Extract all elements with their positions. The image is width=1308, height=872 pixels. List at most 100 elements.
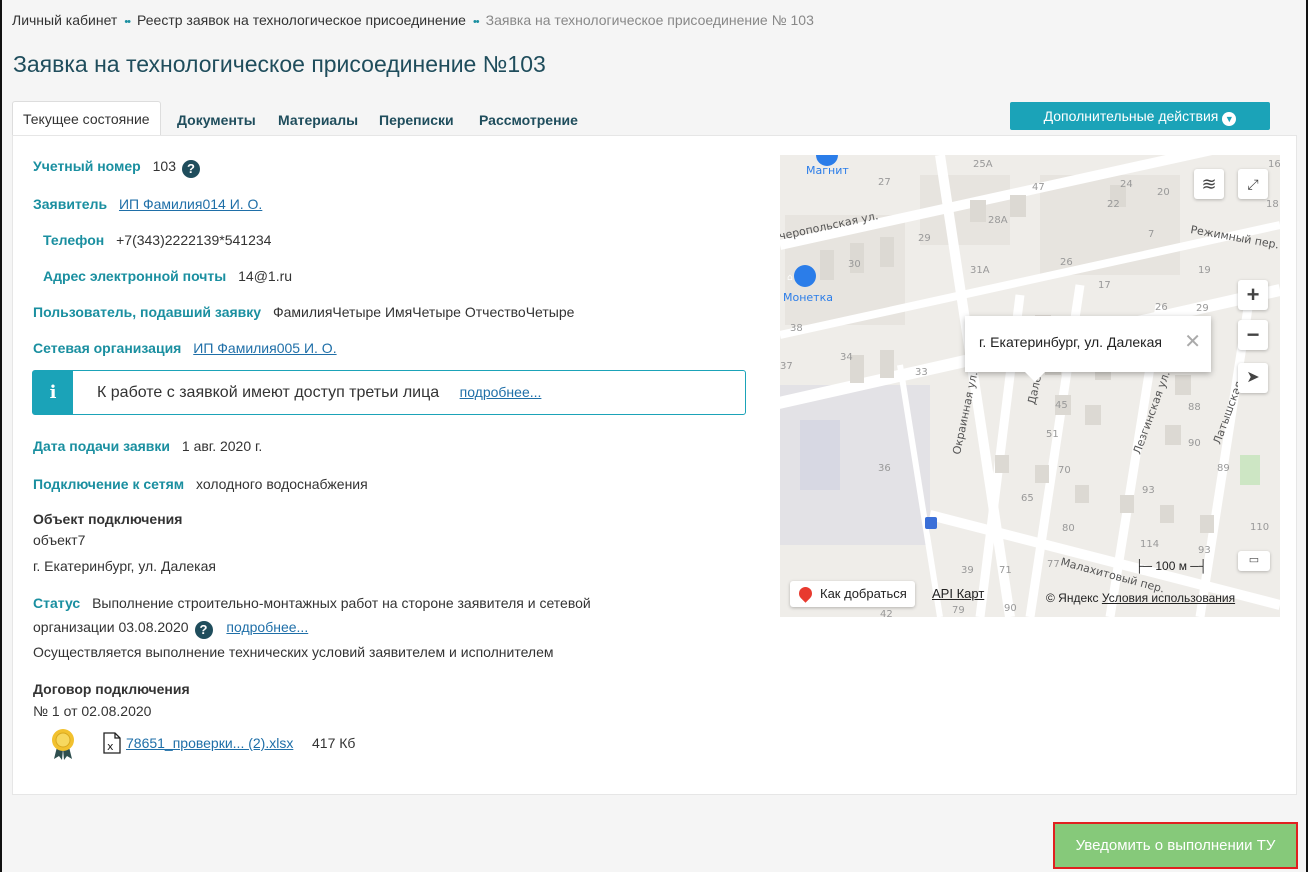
- svg-text:31А: 31А: [970, 265, 990, 276]
- svg-text:80: 80: [1062, 523, 1075, 534]
- submission-date-row: Дата подачи заявки 1 авг. 2020 г.: [33, 438, 262, 454]
- api-maps-link[interactable]: API Карт: [932, 586, 984, 601]
- svg-text:90: 90: [1188, 438, 1201, 449]
- excel-file-icon: x: [103, 732, 121, 754]
- tab-documents[interactable]: Документы: [177, 101, 256, 136]
- object-label: Объект подключения: [33, 511, 183, 527]
- network-org-row: Сетевая организация ИП Фамилия005 И. О.: [33, 340, 337, 356]
- network-org-label: Сетевая организация: [33, 340, 182, 356]
- status-label: Статус: [33, 595, 81, 611]
- svg-text:17: 17: [1098, 280, 1111, 291]
- network-org-link[interactable]: ИП Фамилия005 И. О.: [193, 340, 336, 356]
- svg-text:27: 27: [878, 177, 891, 188]
- svg-text:51: 51: [1046, 429, 1059, 440]
- submitter-label: Пользователь, подавший заявку: [33, 304, 262, 320]
- svg-text:47: 47: [1032, 182, 1045, 193]
- svg-text:36: 36: [878, 463, 891, 474]
- svg-text:42: 42: [880, 609, 893, 617]
- svg-text:26: 26: [1060, 257, 1073, 268]
- svg-text:77: 77: [1047, 559, 1060, 570]
- status-more-link[interactable]: подробнее...: [226, 619, 308, 635]
- svg-text:79: 79: [952, 605, 965, 616]
- zoom-in-icon[interactable]: +: [1238, 280, 1268, 310]
- breadcrumb-registry[interactable]: Реестр заявок на технологическое присоед…: [137, 12, 466, 28]
- tab-current-state[interactable]: Текущее состояние: [12, 101, 161, 136]
- svg-text:93: 93: [1142, 485, 1155, 496]
- ruler-icon[interactable]: ▭: [1238, 551, 1270, 571]
- map-layers-icon[interactable]: ≋: [1194, 169, 1224, 199]
- copyright-text: © Яндекс: [1046, 591, 1099, 605]
- account-number-row: Учетный номер 103?: [33, 158, 200, 178]
- svg-text:16: 16: [1268, 159, 1280, 170]
- svg-text:24: 24: [1120, 179, 1133, 190]
- svg-text:89: 89: [1217, 463, 1230, 474]
- svg-text:114: 114: [1140, 539, 1159, 550]
- applicant-link[interactable]: ИП Фамилия014 И. О.: [119, 196, 262, 212]
- breadcrumb-separator: ••: [472, 16, 480, 28]
- help-icon[interactable]: ?: [181, 160, 200, 178]
- notice-more-link[interactable]: подробнее...: [460, 384, 542, 400]
- svg-text:71: 71: [999, 565, 1012, 576]
- svg-text:38: 38: [790, 323, 803, 334]
- third-party-access-notice: i К работе с заявкой имеют доступ третьи…: [32, 370, 746, 415]
- svg-text:90: 90: [1004, 603, 1017, 614]
- tab-review[interactable]: Рассмотрение: [479, 101, 578, 136]
- status-row: Статус Выполнение строительно-монтажных …: [33, 595, 591, 611]
- email-value: 14@1.ru: [238, 268, 293, 284]
- svg-text:7: 7: [1148, 229, 1154, 240]
- help-icon[interactable]: ?: [194, 621, 213, 639]
- tab-materials[interactable]: Материалы: [278, 101, 358, 136]
- svg-text:26: 26: [1155, 302, 1168, 313]
- svg-text:18: 18: [1266, 199, 1279, 210]
- map-canvas: черопольская ул. Режимный пер. Окраинная…: [780, 155, 1280, 617]
- status-row-2: организации 03.08.2020? подробнее...: [33, 619, 308, 639]
- breadcrumb: Личный кабинет •• Реестр заявок на техноло…: [12, 12, 814, 28]
- tab-correspondence[interactable]: Переписки: [379, 101, 454, 136]
- breadcrumb-current: Заявка на технологическое присоединение …: [485, 12, 814, 28]
- svg-text:Монетка: Монетка: [783, 291, 833, 304]
- page-title: Заявка на технологическое присоединение …: [13, 51, 546, 77]
- svg-text:Магнит: Магнит: [806, 164, 849, 177]
- svg-text:20: 20: [1157, 187, 1170, 198]
- notify-completion-button[interactable]: Уведомить о выполнении ТУ: [1053, 822, 1298, 869]
- submitter-row: Пользователь, подавший заявку ФамилияЧет…: [33, 304, 574, 320]
- more-actions-label: Дополнительные действия: [1043, 108, 1219, 124]
- phone-label: Телефон: [43, 232, 105, 248]
- submitter-value: ФамилияЧетыре ИмяЧетыре ОтчествоЧетыре: [272, 304, 575, 320]
- route-button[interactable]: Как добраться: [790, 581, 915, 607]
- chevron-down-icon: ▼: [1222, 112, 1237, 126]
- phone-value: +7(343)2222139*541234: [116, 232, 272, 248]
- more-actions-button[interactable]: Дополнительные действия ▼: [1010, 102, 1270, 130]
- svg-text:x: x: [107, 740, 114, 753]
- contract-file-size: 417 Кб: [312, 735, 356, 751]
- map[interactable]: черопольская ул. Режимный пер. Окраинная…: [780, 155, 1280, 617]
- email-label: Адрес электронной почты: [43, 268, 227, 284]
- balloon-text: г. Екатеринбург, ул. Далекая: [979, 334, 1162, 350]
- submission-date-label: Дата подачи заявки: [33, 438, 171, 454]
- svg-text:93: 93: [1198, 545, 1211, 556]
- breadcrumb-separator: ••: [124, 16, 131, 28]
- phone-row: Телефон +7(343)2222139*541234: [43, 232, 271, 248]
- svg-text:45: 45: [1055, 400, 1068, 411]
- contract-file-link[interactable]: 78651_проверки... (2).xlsx: [126, 735, 293, 751]
- connection-label: Подключение к сетям: [33, 476, 185, 492]
- svg-text:28А: 28А: [988, 215, 1008, 226]
- terms-link[interactable]: Условия использования: [1102, 591, 1235, 605]
- status-note: Осуществляется выполнение технических ус…: [33, 644, 554, 660]
- map-scale: ├─ 100 м ─┤: [1135, 559, 1208, 573]
- route-label: Как добраться: [820, 586, 907, 601]
- applicant-label: Заявитель: [33, 196, 108, 212]
- map-balloon: г. Екатеринбург, ул. Далекая ✕: [965, 316, 1211, 382]
- geolocation-icon[interactable]: ➤: [1238, 363, 1268, 393]
- svg-text:22: 22: [1107, 199, 1120, 210]
- close-icon[interactable]: ✕: [1184, 329, 1201, 354]
- svg-text:37: 37: [780, 361, 793, 372]
- map-fullscreen-icon[interactable]: ⤢: [1238, 169, 1268, 199]
- scale-label: 100 м: [1155, 559, 1187, 573]
- status-value: Выполнение строительно-монтажных работ н…: [92, 595, 591, 611]
- account-number-label: Учетный номер: [33, 158, 141, 174]
- breadcrumb-home[interactable]: Личный кабинет: [12, 12, 117, 28]
- connection-value: холодного водоснабжения: [196, 476, 368, 492]
- zoom-out-icon[interactable]: −: [1238, 320, 1268, 350]
- account-number-value: 103: [152, 158, 176, 174]
